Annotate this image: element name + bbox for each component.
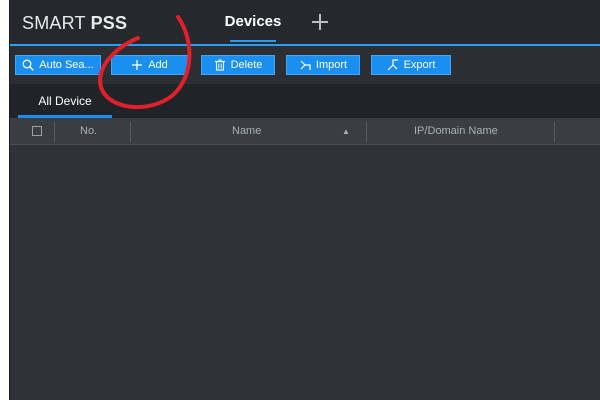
- tab-all-device-label: All Device: [38, 94, 92, 108]
- device-list-empty: [10, 145, 600, 400]
- logo-text-light: SMART: [22, 13, 86, 33]
- export-label: Export: [403, 59, 436, 71]
- tab-devices-label: Devices: [224, 13, 282, 30]
- column-header-ip-domain-name[interactable]: IP/Domain Name: [414, 118, 498, 145]
- logo-text-bold: PSS: [90, 13, 128, 33]
- search-icon: [22, 59, 35, 71]
- tab-devices[interactable]: Devices: [210, 0, 296, 44]
- auto-search-label: Auto Sea...: [39, 59, 94, 71]
- column-separator: [554, 122, 555, 142]
- import-button[interactable]: Import: [286, 55, 360, 75]
- tab-all-device[interactable]: All Device: [18, 84, 112, 118]
- delete-button[interactable]: Delete: [201, 55, 275, 75]
- app-logo: SMART PSS: [22, 13, 127, 34]
- column-separator: [130, 122, 131, 142]
- plus-icon: [132, 60, 143, 70]
- export-icon: [387, 59, 398, 71]
- trash-icon: [214, 59, 225, 71]
- delete-label: Delete: [230, 59, 263, 71]
- table-header: No. Name ▲ IP/Domain Name: [10, 118, 600, 145]
- column-separator: [54, 122, 55, 142]
- device-tab-bar: All Device: [10, 84, 600, 118]
- import-icon: [300, 60, 311, 70]
- column-separator: [366, 122, 367, 142]
- toolbar: Auto Sea... Add Delete Import Export: [10, 46, 600, 84]
- column-header-name[interactable]: Name: [232, 118, 261, 145]
- title-bar: SMART PSS Devices: [10, 0, 600, 44]
- auto-search-button[interactable]: Auto Sea...: [15, 55, 101, 75]
- sort-ascending-icon[interactable]: ▲: [342, 118, 350, 145]
- add-label: Add: [148, 59, 168, 71]
- column-header-no[interactable]: No.: [80, 118, 97, 145]
- export-button[interactable]: Export: [371, 55, 451, 75]
- smart-pss-window: SMART PSS Devices Auto Sea... Add Delete…: [9, 0, 600, 400]
- select-all-checkbox[interactable]: [32, 126, 42, 136]
- active-tab-indicator: [230, 40, 276, 42]
- add-tab-plus-icon[interactable]: [306, 8, 334, 36]
- add-button[interactable]: Add: [111, 55, 188, 75]
- import-label: Import: [315, 59, 348, 71]
